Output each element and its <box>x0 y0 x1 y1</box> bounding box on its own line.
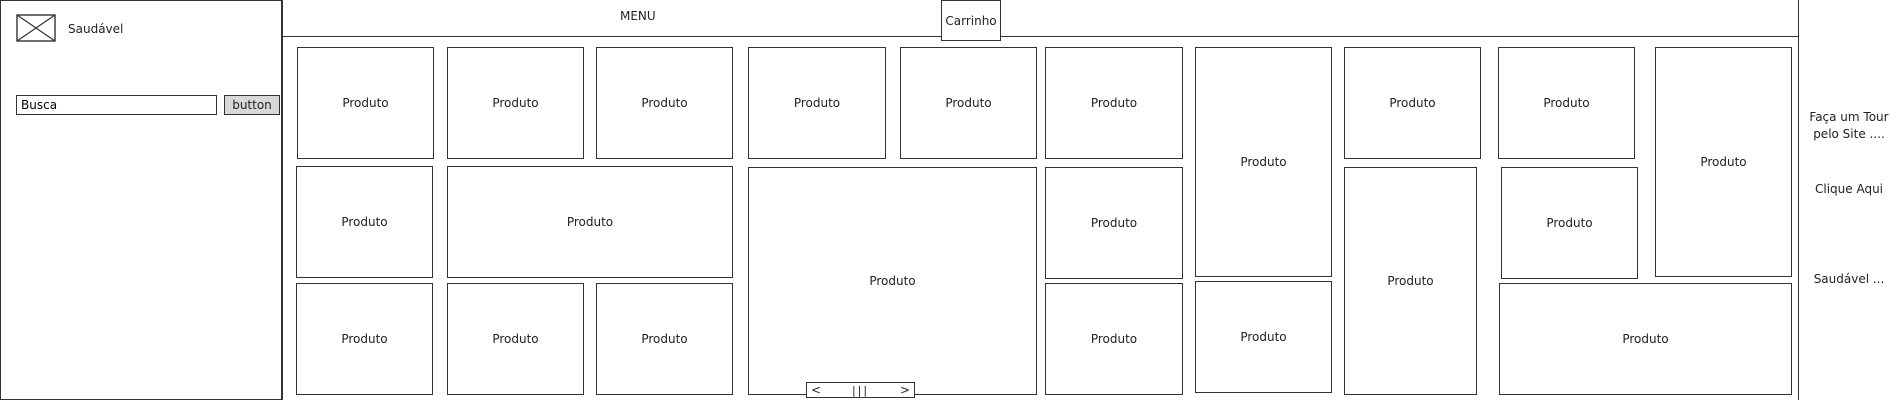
horizontal-scrollbar[interactable]: < ||| > <box>806 382 915 398</box>
product-tile[interactable]: Produto <box>297 47 434 159</box>
product-tile[interactable]: Produto <box>1499 283 1792 395</box>
product-tile[interactable]: Produto <box>1344 47 1481 159</box>
right-panel <box>1798 0 1900 400</box>
product-tile[interactable]: Produto <box>1045 167 1183 279</box>
scroll-thumb[interactable]: ||| <box>852 384 869 397</box>
product-tile[interactable]: Produto <box>447 283 584 395</box>
product-tile[interactable]: Produto <box>1498 47 1635 159</box>
product-tile[interactable]: Produto <box>296 283 433 395</box>
healthy-text: Saudável ... <box>1813 272 1885 286</box>
product-tile[interactable]: Produto <box>900 47 1037 159</box>
image-placeholder-icon <box>16 14 56 42</box>
search-input[interactable] <box>16 95 217 115</box>
product-tile[interactable]: Produto <box>1045 283 1183 395</box>
chevron-right-icon[interactable]: > <box>900 383 910 397</box>
product-tile[interactable]: Produto <box>296 166 433 278</box>
click-here-link[interactable]: Clique Aqui <box>1799 181 1899 198</box>
product-tile[interactable]: Produto <box>596 283 733 395</box>
product-tile[interactable]: Produto <box>447 166 733 278</box>
product-tile[interactable]: Produto <box>596 47 733 159</box>
product-tile[interactable]: Produto <box>748 167 1037 395</box>
product-tile[interactable]: Produto <box>1045 47 1183 159</box>
product-tile[interactable]: Produto <box>1501 167 1638 279</box>
header-bar <box>282 0 1799 37</box>
product-tile[interactable]: Produto <box>1655 47 1792 277</box>
product-tile[interactable]: Produto <box>1195 281 1332 393</box>
product-tile[interactable]: Produto <box>748 47 886 159</box>
product-tile[interactable]: Produto <box>1195 47 1332 277</box>
search-button[interactable]: button <box>224 95 280 115</box>
tour-text: Faça um Tour pelo Site .... <box>1809 110 1889 141</box>
brand-name: Saudável <box>68 22 124 36</box>
product-tile[interactable]: Produto <box>447 47 584 159</box>
product-tile[interactable]: Produto <box>1344 167 1477 395</box>
left-panel <box>0 0 282 400</box>
menu-button[interactable]: MENU <box>620 9 656 23</box>
chevron-left-icon[interactable]: < <box>811 383 821 397</box>
cart-button[interactable]: Carrinho <box>941 0 1001 41</box>
